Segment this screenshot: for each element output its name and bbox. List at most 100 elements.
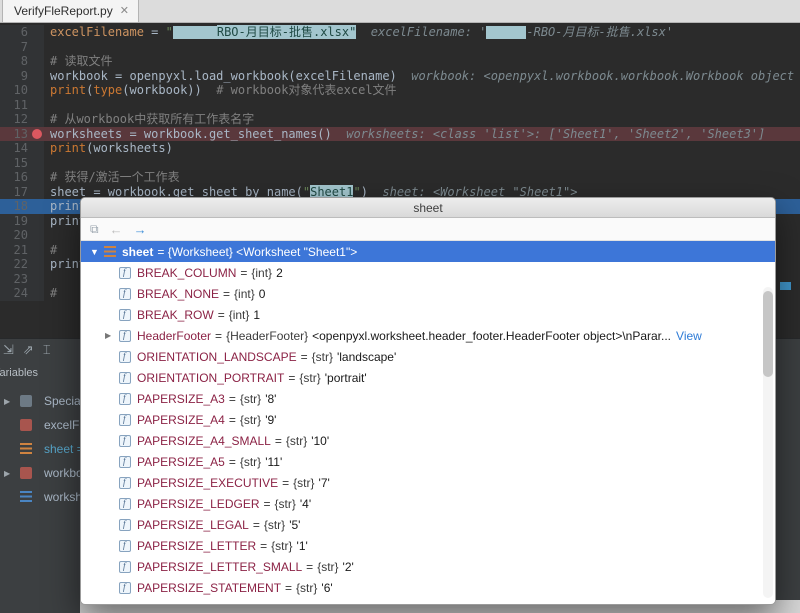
field-icon	[119, 497, 131, 510]
arrow-northeast-icon[interactable]: ⇗	[23, 343, 34, 357]
expand-arrow-icon[interactable]: ▶	[4, 397, 14, 406]
view-link[interactable]: View	[676, 329, 702, 343]
code-token: print	[50, 83, 87, 97]
close-tab-icon[interactable]: ✕	[120, 5, 129, 17]
field-icon	[119, 329, 131, 342]
popup-toolbar: ⧉ ← →	[81, 218, 775, 241]
variable-row[interactable]: PAPERSIZE_STATEMENT={str}'6'	[81, 577, 775, 598]
field-icon	[119, 392, 131, 405]
gutter[interactable]: 15	[0, 155, 44, 170]
variable-row[interactable]: ORIENTATION_PORTRAIT={str}'portrait'	[81, 367, 775, 388]
field-icon	[119, 413, 131, 426]
gutter[interactable]: 24	[0, 286, 44, 301]
variable-type: {str}	[296, 580, 318, 595]
field-icon	[119, 581, 131, 594]
gutter[interactable]: 22	[0, 257, 44, 272]
gutter[interactable]: 6	[0, 25, 44, 40]
code-token: worksheets = workbook.get_sheet_names()	[50, 126, 332, 141]
code-token: print	[50, 141, 87, 155]
line-number: 20	[13, 228, 28, 242]
expand-arrow-icon[interactable]: ▶	[105, 331, 119, 340]
variable-type: {str}	[311, 349, 333, 364]
error-stripe-marker[interactable]	[780, 282, 791, 290]
line-number: 24	[13, 286, 28, 300]
ide-window: VerifyFleReport.py ✕ 6 excelFilename = " R…	[0, 0, 800, 613]
variable-row[interactable]: PAPERSIZE_LEDGER={str}'4'	[81, 493, 775, 514]
forward-arrow-icon[interactable]: →	[134, 222, 147, 237]
line-number: 22	[13, 257, 28, 271]
variable-row[interactable]: PAPERSIZE_A3={str}'8'	[81, 388, 775, 409]
variable-value: '3'	[301, 602, 312, 603]
gutter[interactable]: 20	[0, 228, 44, 243]
collapse-arrow-icon[interactable]: ▼	[90, 247, 104, 257]
code-token: #	[50, 242, 65, 257]
line-number: 16	[13, 170, 28, 184]
variable-row[interactable]: BREAK_NONE={int}0	[81, 283, 775, 304]
gutter[interactable]: 16	[0, 170, 44, 185]
variable-type: {str}	[299, 370, 321, 385]
gutter[interactable]: 23	[0, 271, 44, 286]
variable-row[interactable]: PAPERSIZE_EXECUTIVE={str}'7'	[81, 472, 775, 493]
variable-label: Special	[44, 394, 84, 408]
variable-type: {int}	[251, 265, 273, 280]
variable-name: sheet	[122, 244, 154, 259]
arrow-southeast-icon[interactable]: ⇲	[3, 343, 14, 357]
gutter[interactable]: 17	[0, 184, 44, 199]
gutter[interactable]: 21	[0, 242, 44, 257]
code-token: # 获得/激活一个工作表	[50, 170, 180, 184]
variable-label: sheet =	[44, 442, 84, 456]
code-token: "	[165, 25, 173, 39]
variables-panel-title: Variables	[0, 367, 39, 379]
variable-name: PAPERSIZE_LETTER_SMALL	[137, 559, 303, 574]
code-line: 9 workbook = openpyxl.load_workbook(excel…	[0, 68, 800, 83]
variable-row[interactable]: ORIENTATION_LANDSCAPE={str}'landscape'	[81, 346, 775, 367]
variable-value: 1	[253, 307, 261, 322]
equals-sign: =	[223, 286, 231, 301]
variable-row[interactable]: BREAK_ROW={int}1	[81, 304, 775, 325]
field-icon	[119, 350, 131, 363]
variable-row[interactable]: PAPERSIZE_A5={str}'11'	[81, 451, 775, 472]
variable-row[interactable]: PAPERSIZE_A4_SMALL={str}'10'	[81, 430, 775, 451]
expand-arrow-icon[interactable]: ▶	[4, 469, 14, 478]
gutter[interactable]: 19	[0, 213, 44, 228]
code-token: (workbook))	[122, 83, 217, 97]
variable-value: '2'	[342, 559, 354, 574]
tab-verifyflereport[interactable]: VerifyFleReport.py ✕	[2, 0, 139, 22]
variable-row[interactable]: ▶ HeaderFooter={HeaderFooter}<openpyxl.wo…	[81, 325, 775, 346]
gutter[interactable]: 11	[0, 97, 44, 112]
copy-icon[interactable]: ⧉	[90, 222, 99, 237]
variable-row[interactable]: PAPERSIZE_LETTER={str}'1'	[81, 535, 775, 556]
equals-sign: =	[265, 602, 272, 603]
gutter[interactable]: 8	[0, 54, 44, 69]
variable-row[interactable]: PAPERSIZE_LEGAL={str}'5'	[81, 514, 775, 535]
code-text: # 读取文件	[44, 54, 800, 69]
field-icon	[119, 266, 131, 279]
gutter[interactable]: 12	[0, 112, 44, 127]
variable-value: 'portrait'	[324, 370, 367, 385]
gutter[interactable]: 9	[0, 68, 44, 83]
text-cursor-icon[interactable]: ⌶	[43, 343, 51, 357]
back-arrow-icon[interactable]: ←	[110, 222, 123, 237]
gutter[interactable]: 10	[0, 83, 44, 98]
gutter[interactable]: 13	[0, 126, 44, 141]
variable-row[interactable]: BREAK_COLUMN={int}2	[81, 262, 775, 283]
equals-sign: =	[215, 328, 223, 343]
variable-name: PAPERSIZE_LEDGER	[137, 496, 260, 511]
redaction-box	[172, 26, 217, 39]
variable-name: PAPERSIZE_LETTER	[137, 538, 257, 553]
breakpoint-icon[interactable]	[32, 128, 42, 139]
variable-row[interactable]: PAPERSIZE_A4={str}'9'	[81, 409, 775, 430]
variable-row[interactable]: PAPERSIZE_TABLOID = {str} '3'	[81, 598, 775, 603]
variable-name: PAPERSIZE_A4_SMALL	[137, 433, 271, 448]
variable-name: PAPERSIZE_TABLOID	[137, 602, 261, 603]
variable-row-root[interactable]: ▼ sheet = {Worksheet} <Worksheet "Sheet1…	[81, 241, 775, 262]
gutter[interactable]: 18	[0, 199, 44, 214]
gutter[interactable]: 7	[0, 39, 44, 54]
group-icon	[20, 395, 32, 407]
popup-scrollbar-thumb[interactable]	[763, 291, 773, 377]
line-number: 10	[13, 83, 28, 97]
variable-row[interactable]: PAPERSIZE_LETTER_SMALL={str}'2'	[81, 556, 775, 577]
variable-type: {str}	[276, 602, 297, 603]
gutter[interactable]: 14	[0, 141, 44, 156]
variable-value: 'landscape'	[336, 349, 397, 364]
